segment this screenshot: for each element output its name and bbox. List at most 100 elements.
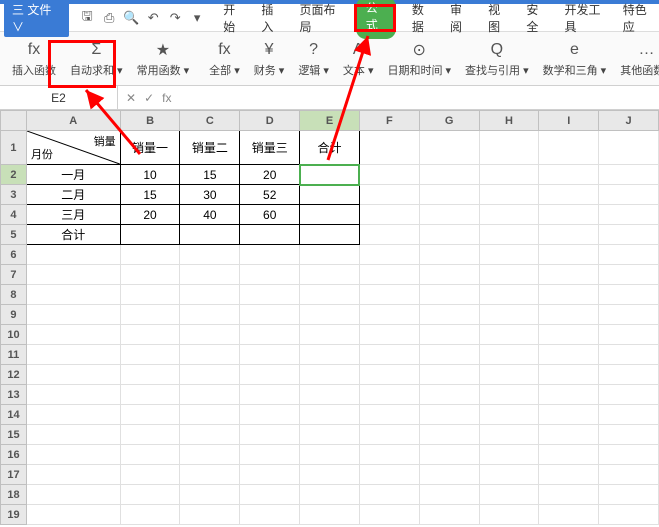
cell[interactable] <box>419 385 479 405</box>
cell[interactable] <box>359 325 419 345</box>
cell[interactable] <box>539 485 599 505</box>
cell[interactable] <box>120 285 180 305</box>
math-fn-button[interactable]: e 数学和三角 ▾ <box>537 35 613 83</box>
cell[interactable] <box>419 285 479 305</box>
cell[interactable]: 合计 <box>26 225 120 245</box>
cell[interactable] <box>419 365 479 385</box>
cell[interactable] <box>539 305 599 325</box>
cell[interactable] <box>419 345 479 365</box>
cell[interactable] <box>359 465 419 485</box>
row-header[interactable]: 15 <box>1 425 27 445</box>
cell[interactable] <box>479 285 539 305</box>
finance-fn-button[interactable]: ¥ 财务 ▾ <box>248 35 291 83</box>
cell[interactable] <box>240 285 300 305</box>
cell[interactable] <box>359 225 419 245</box>
cell[interactable] <box>180 305 240 325</box>
cell[interactable] <box>300 185 360 205</box>
cell[interactable] <box>539 285 599 305</box>
cell[interactable] <box>359 505 419 525</box>
cell[interactable] <box>599 285 659 305</box>
tab-insert[interactable]: 插入 <box>259 0 283 39</box>
cell[interactable] <box>180 465 240 485</box>
cell[interactable] <box>599 225 659 245</box>
cell[interactable] <box>359 405 419 425</box>
cell[interactable] <box>26 425 120 445</box>
common-fn-button[interactable]: ★ 常用函数 ▾ <box>131 35 196 83</box>
fx-icon[interactable]: fx <box>162 91 171 105</box>
cell[interactable] <box>539 465 599 485</box>
cell[interactable] <box>479 385 539 405</box>
cell[interactable] <box>599 425 659 445</box>
cell[interactable] <box>180 245 240 265</box>
cell[interactable]: 销量二 <box>180 131 240 165</box>
cell[interactable]: 二月 <box>26 185 120 205</box>
cell[interactable] <box>359 365 419 385</box>
cell[interactable] <box>26 245 120 265</box>
cell[interactable] <box>479 445 539 465</box>
cell[interactable] <box>180 285 240 305</box>
cell[interactable] <box>240 265 300 285</box>
cell[interactable] <box>539 225 599 245</box>
redo-icon[interactable]: ↷ <box>167 10 183 26</box>
cell[interactable] <box>539 265 599 285</box>
cell[interactable] <box>419 425 479 445</box>
cell[interactable] <box>240 245 300 265</box>
cell[interactable] <box>300 345 360 365</box>
cell[interactable]: 销量一 <box>120 131 180 165</box>
cell[interactable]: 20 <box>240 165 300 185</box>
lookup-fn-button[interactable]: Q 查找与引用 ▾ <box>459 35 535 83</box>
insert-function-button[interactable]: fx 插入函数 <box>6 35 62 83</box>
cell[interactable] <box>359 205 419 225</box>
cell[interactable] <box>599 131 659 165</box>
cell[interactable] <box>120 485 180 505</box>
row-4-header[interactable]: 4 <box>1 205 27 225</box>
cell[interactable] <box>419 165 479 185</box>
cell[interactable] <box>300 465 360 485</box>
logic-fn-button[interactable]: ? 逻辑 ▾ <box>292 35 335 83</box>
cell[interactable] <box>419 185 479 205</box>
cell[interactable]: 一月 <box>26 165 120 185</box>
cell[interactable] <box>479 205 539 225</box>
cell[interactable] <box>479 185 539 205</box>
tab-view[interactable]: 视图 <box>486 0 510 39</box>
cell[interactable] <box>240 505 300 525</box>
cell[interactable] <box>120 245 180 265</box>
cell[interactable] <box>479 465 539 485</box>
cell[interactable] <box>479 365 539 385</box>
cell[interactable] <box>240 465 300 485</box>
col-i-header[interactable]: I <box>539 111 599 131</box>
cell[interactable] <box>240 305 300 325</box>
row-header[interactable]: 6 <box>1 245 27 265</box>
cell[interactable] <box>479 131 539 165</box>
tab-feature[interactable]: 特色应 <box>621 0 655 39</box>
cell[interactable] <box>180 365 240 385</box>
row-header[interactable]: 16 <box>1 445 27 465</box>
col-b-header[interactable]: B <box>120 111 180 131</box>
cell[interactable] <box>359 385 419 405</box>
cell[interactable] <box>599 205 659 225</box>
cell-active[interactable] <box>300 165 360 185</box>
cell[interactable] <box>120 345 180 365</box>
row-header[interactable]: 10 <box>1 325 27 345</box>
cell[interactable] <box>300 505 360 525</box>
cell[interactable] <box>539 325 599 345</box>
cell[interactable] <box>539 445 599 465</box>
cell[interactable] <box>26 305 120 325</box>
row-header[interactable]: 13 <box>1 385 27 405</box>
cell[interactable] <box>240 325 300 345</box>
cell[interactable]: 40 <box>180 205 240 225</box>
cell[interactable] <box>479 405 539 425</box>
cell[interactable] <box>240 385 300 405</box>
cell[interactable] <box>180 345 240 365</box>
col-j-header[interactable]: J <box>599 111 659 131</box>
cell[interactable] <box>240 225 300 245</box>
row-2-header[interactable]: 2 <box>1 165 27 185</box>
cell[interactable] <box>539 185 599 205</box>
datetime-fn-button[interactable]: ⊙ 日期和时间 ▾ <box>381 35 457 83</box>
cell[interactable] <box>479 265 539 285</box>
cell[interactable] <box>419 325 479 345</box>
cell[interactable] <box>599 325 659 345</box>
cell[interactable] <box>300 245 360 265</box>
cell[interactable] <box>120 465 180 485</box>
cell[interactable] <box>240 485 300 505</box>
